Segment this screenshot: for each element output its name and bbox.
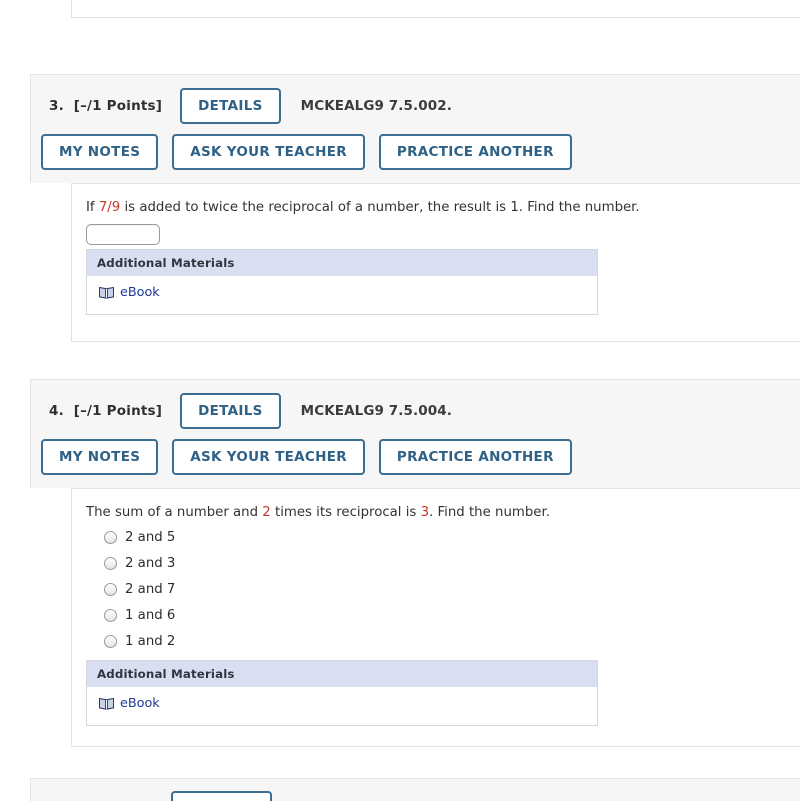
question-card-3: 3. [–/1 Points] DETAILS MCKEALG9 7.5.002… bbox=[30, 74, 800, 343]
choice-option-2[interactable]: 2 and 3 bbox=[104, 550, 800, 576]
practice-another-button-q3[interactable]: PRACTICE ANOTHER bbox=[378, 134, 572, 170]
details-button-q4[interactable]: DETAILS bbox=[180, 393, 281, 429]
question-3-header-row-top: 3. [–/1 Points] DETAILS MCKEALG9 7.5.002… bbox=[41, 87, 800, 125]
question-3-header-row-bottom: MY NOTES ASK YOUR TEACHER PRACTICE ANOTH… bbox=[41, 133, 800, 171]
radio-button-3[interactable] bbox=[104, 582, 117, 596]
radio-button-4[interactable] bbox=[104, 608, 117, 622]
previous-question-card-partial bbox=[71, 0, 800, 18]
question-4-header-row-top: 4. [–/1 Points] DETAILS MCKEALG9 7.5.004… bbox=[41, 392, 800, 430]
my-notes-button-q3[interactable]: MY NOTES bbox=[41, 134, 159, 170]
question-4-number-and-points: 4. [–/1 Points] bbox=[41, 403, 162, 419]
question-4-choices: 2 and 5 2 and 3 2 and 7 1 and 6 1 and 2 bbox=[104, 524, 800, 654]
question-4-body: The sum of a number and 2 times its reci… bbox=[71, 488, 800, 748]
additional-materials-body-q4: eBook bbox=[87, 687, 597, 725]
question-3-points: [–/1 Points] bbox=[73, 98, 163, 114]
additional-materials-body-q3: eBook bbox=[87, 276, 597, 314]
question-3-prompt-before: If bbox=[86, 200, 99, 215]
question-4-code: MCKEALG9 7.5.004. bbox=[300, 403, 452, 419]
question-4-points: [–/1 Points] bbox=[73, 403, 163, 419]
open-book-icon-q4 bbox=[99, 698, 114, 710]
question-4-prompt-value2: 3 bbox=[420, 505, 430, 520]
ask-your-teacher-button-q4[interactable]: ASK YOUR TEACHER bbox=[172, 439, 365, 475]
question-3-body: If 7/9 is added to twice the reciprocal … bbox=[71, 183, 800, 343]
question-3-prompt-after: is added to twice the reciprocal of a nu… bbox=[120, 200, 640, 215]
question-3-header: 3. [–/1 Points] DETAILS MCKEALG9 7.5.002… bbox=[30, 74, 800, 183]
my-notes-button-q4[interactable]: MY NOTES bbox=[41, 439, 159, 475]
additional-materials-q3: Additional Materials eBook bbox=[86, 249, 598, 316]
question-4-prompt-part3: . Find the number. bbox=[429, 505, 550, 520]
additional-materials-title-q4: Additional Materials bbox=[87, 661, 597, 688]
choice-label-1: 2 and 5 bbox=[125, 529, 176, 545]
open-book-icon-q3 bbox=[99, 287, 114, 299]
choice-label-4: 1 and 6 bbox=[125, 607, 176, 623]
choice-option-5[interactable]: 1 and 2 bbox=[104, 628, 800, 654]
choice-option-1[interactable]: 2 and 5 bbox=[104, 524, 800, 550]
assignment-page: 3. [–/1 Points] DETAILS MCKEALG9 7.5.002… bbox=[0, 0, 800, 801]
ask-your-teacher-button-q3[interactable]: ASK YOUR TEACHER bbox=[172, 134, 365, 170]
radio-button-5[interactable] bbox=[104, 634, 117, 648]
question-4-prompt-value1: 2 bbox=[262, 505, 271, 520]
question-3-code: MCKEALG9 7.5.002. bbox=[300, 98, 452, 114]
choice-label-3: 2 and 7 bbox=[125, 581, 176, 597]
question-3-prompt: If 7/9 is added to twice the reciprocal … bbox=[86, 198, 800, 217]
question-4-prompt: The sum of a number and 2 times its reci… bbox=[86, 503, 800, 522]
ebook-link-q4[interactable]: eBook bbox=[120, 696, 160, 711]
details-button-q3[interactable]: DETAILS bbox=[180, 88, 281, 124]
question-4-number: 4. bbox=[49, 403, 64, 419]
choice-label-5: 1 and 2 bbox=[125, 633, 176, 649]
question-4-prompt-part1: The sum of a number and bbox=[86, 505, 263, 520]
choice-label-2: 2 and 3 bbox=[125, 555, 176, 571]
choice-option-4[interactable]: 1 and 6 bbox=[104, 602, 800, 628]
question-3-number-and-points: 3. [–/1 Points] bbox=[41, 98, 162, 114]
details-button-next[interactable]: DETAILS bbox=[171, 791, 272, 801]
radio-button-1[interactable] bbox=[104, 530, 117, 544]
question-3-prompt-value: 7/9 bbox=[98, 200, 121, 215]
answer-input-q3[interactable] bbox=[86, 224, 160, 246]
practice-another-button-q4[interactable]: PRACTICE ANOTHER bbox=[378, 439, 572, 475]
choice-option-3[interactable]: 2 and 7 bbox=[104, 576, 800, 602]
ebook-link-q3[interactable]: eBook bbox=[120, 285, 160, 300]
additional-materials-title-q3: Additional Materials bbox=[87, 250, 597, 277]
additional-materials-q4: Additional Materials eBook bbox=[86, 660, 598, 727]
question-4-header: 4. [–/1 Points] DETAILS MCKEALG9 7.5.004… bbox=[30, 379, 800, 488]
question-4-prompt-part2: times its reciprocal is bbox=[270, 505, 421, 520]
question-card-4: 4. [–/1 Points] DETAILS MCKEALG9 7.5.004… bbox=[30, 379, 800, 748]
next-question-card-partial: DETAILS bbox=[30, 778, 800, 801]
radio-button-2[interactable] bbox=[104, 556, 117, 570]
question-4-header-row-bottom: MY NOTES ASK YOUR TEACHER PRACTICE ANOTH… bbox=[41, 438, 800, 476]
question-3-number: 3. bbox=[49, 98, 64, 114]
